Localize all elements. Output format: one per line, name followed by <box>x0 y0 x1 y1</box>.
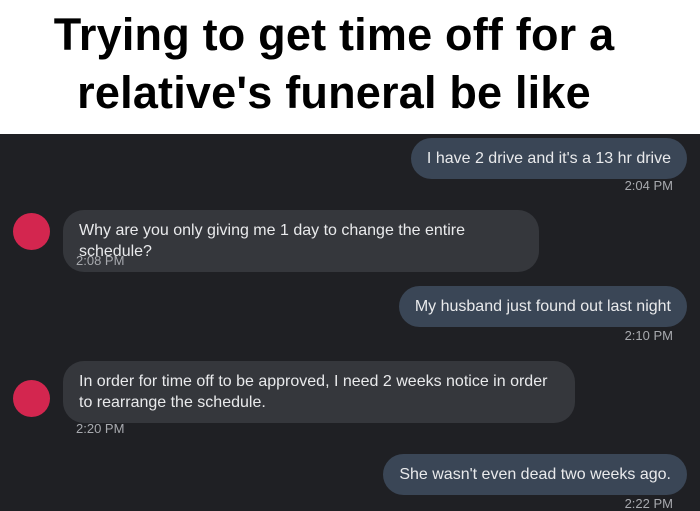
message-timestamp: 2:04 PM <box>624 178 673 193</box>
message-text: My husband just found out last night <box>414 298 671 315</box>
meme-caption-banner: Trying to get time off for a relative's … <box>0 0 700 134</box>
message-text: Why are you only giving me 1 day to chan… <box>79 222 465 260</box>
message-text: She wasn't even dead two weeks ago. <box>399 466 671 483</box>
received-message-bubble[interactable]: In order for time off to be approved, I … <box>63 361 575 423</box>
chat-thread[interactable]: I have 2 drive and it's a 13 hr drive 2:… <box>0 134 700 511</box>
sent-message-bubble[interactable]: She wasn't even dead two weeks ago. <box>383 454 687 495</box>
contact-avatar[interactable] <box>13 380 50 417</box>
sent-message-bubble[interactable]: My husband just found out last night <box>398 286 687 327</box>
message-timestamp: 2:20 PM <box>76 421 125 436</box>
message-text: I have 2 drive and it's a 13 hr drive <box>426 150 671 167</box>
meme-caption: Trying to get time off for a relative's … <box>0 6 668 122</box>
contact-avatar[interactable] <box>13 213 50 250</box>
message-timestamp: 2:22 PM <box>624 496 673 511</box>
received-message-bubble[interactable]: Why are you only giving me 1 day to chan… <box>63 210 539 272</box>
meme-caption-line-1: Trying to get time off for a <box>53 9 615 60</box>
sent-message-bubble[interactable]: I have 2 drive and it's a 13 hr drive <box>410 138 687 179</box>
message-timestamp: 2:08 PM <box>76 253 125 268</box>
message-timestamp: 2:10 PM <box>624 328 673 343</box>
meme-caption-line-2: relative's funeral be like <box>77 67 591 118</box>
message-text: In order for time off to be approved, I … <box>79 373 548 411</box>
